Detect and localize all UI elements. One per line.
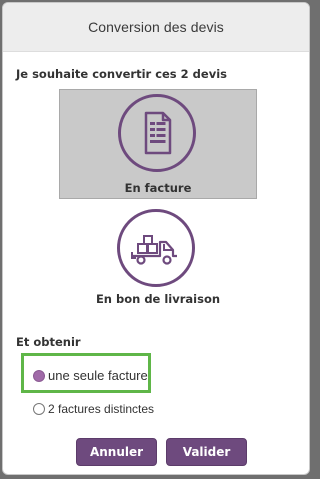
choice-en-bon-de-livraison[interactable]: En bon de livraison (59, 205, 257, 315)
cancel-button[interactable]: Annuler (76, 438, 157, 466)
radio-label-une-seule-facture: une seule facture (48, 368, 148, 383)
intro-text: Je souhaite convertir ces 2 devis (16, 67, 227, 81)
obtain-heading: Et obtenir (16, 335, 81, 349)
conversion-dialog: Conversion des devis Je souhaite convert… (2, 2, 310, 475)
document-icon (118, 94, 196, 172)
radio-button-unchecked[interactable] (33, 403, 45, 415)
radio-button-checked[interactable] (33, 369, 45, 382)
radio-une-seule-facture[interactable]: une seule facture (33, 368, 148, 383)
choice-label-facture: En facture (124, 181, 192, 195)
dialog-title: Conversion des devis (3, 3, 309, 52)
delivery-truck-icon (117, 209, 195, 287)
validate-button[interactable]: Valider (166, 438, 247, 466)
radio-label-2-factures-distinctes: 2 factures distinctes (48, 402, 155, 416)
choice-label-livraison: En bon de livraison (95, 292, 221, 306)
radio-2-factures-distinctes[interactable]: 2 factures distinctes (33, 402, 154, 416)
choice-en-facture[interactable]: En facture (59, 89, 257, 199)
